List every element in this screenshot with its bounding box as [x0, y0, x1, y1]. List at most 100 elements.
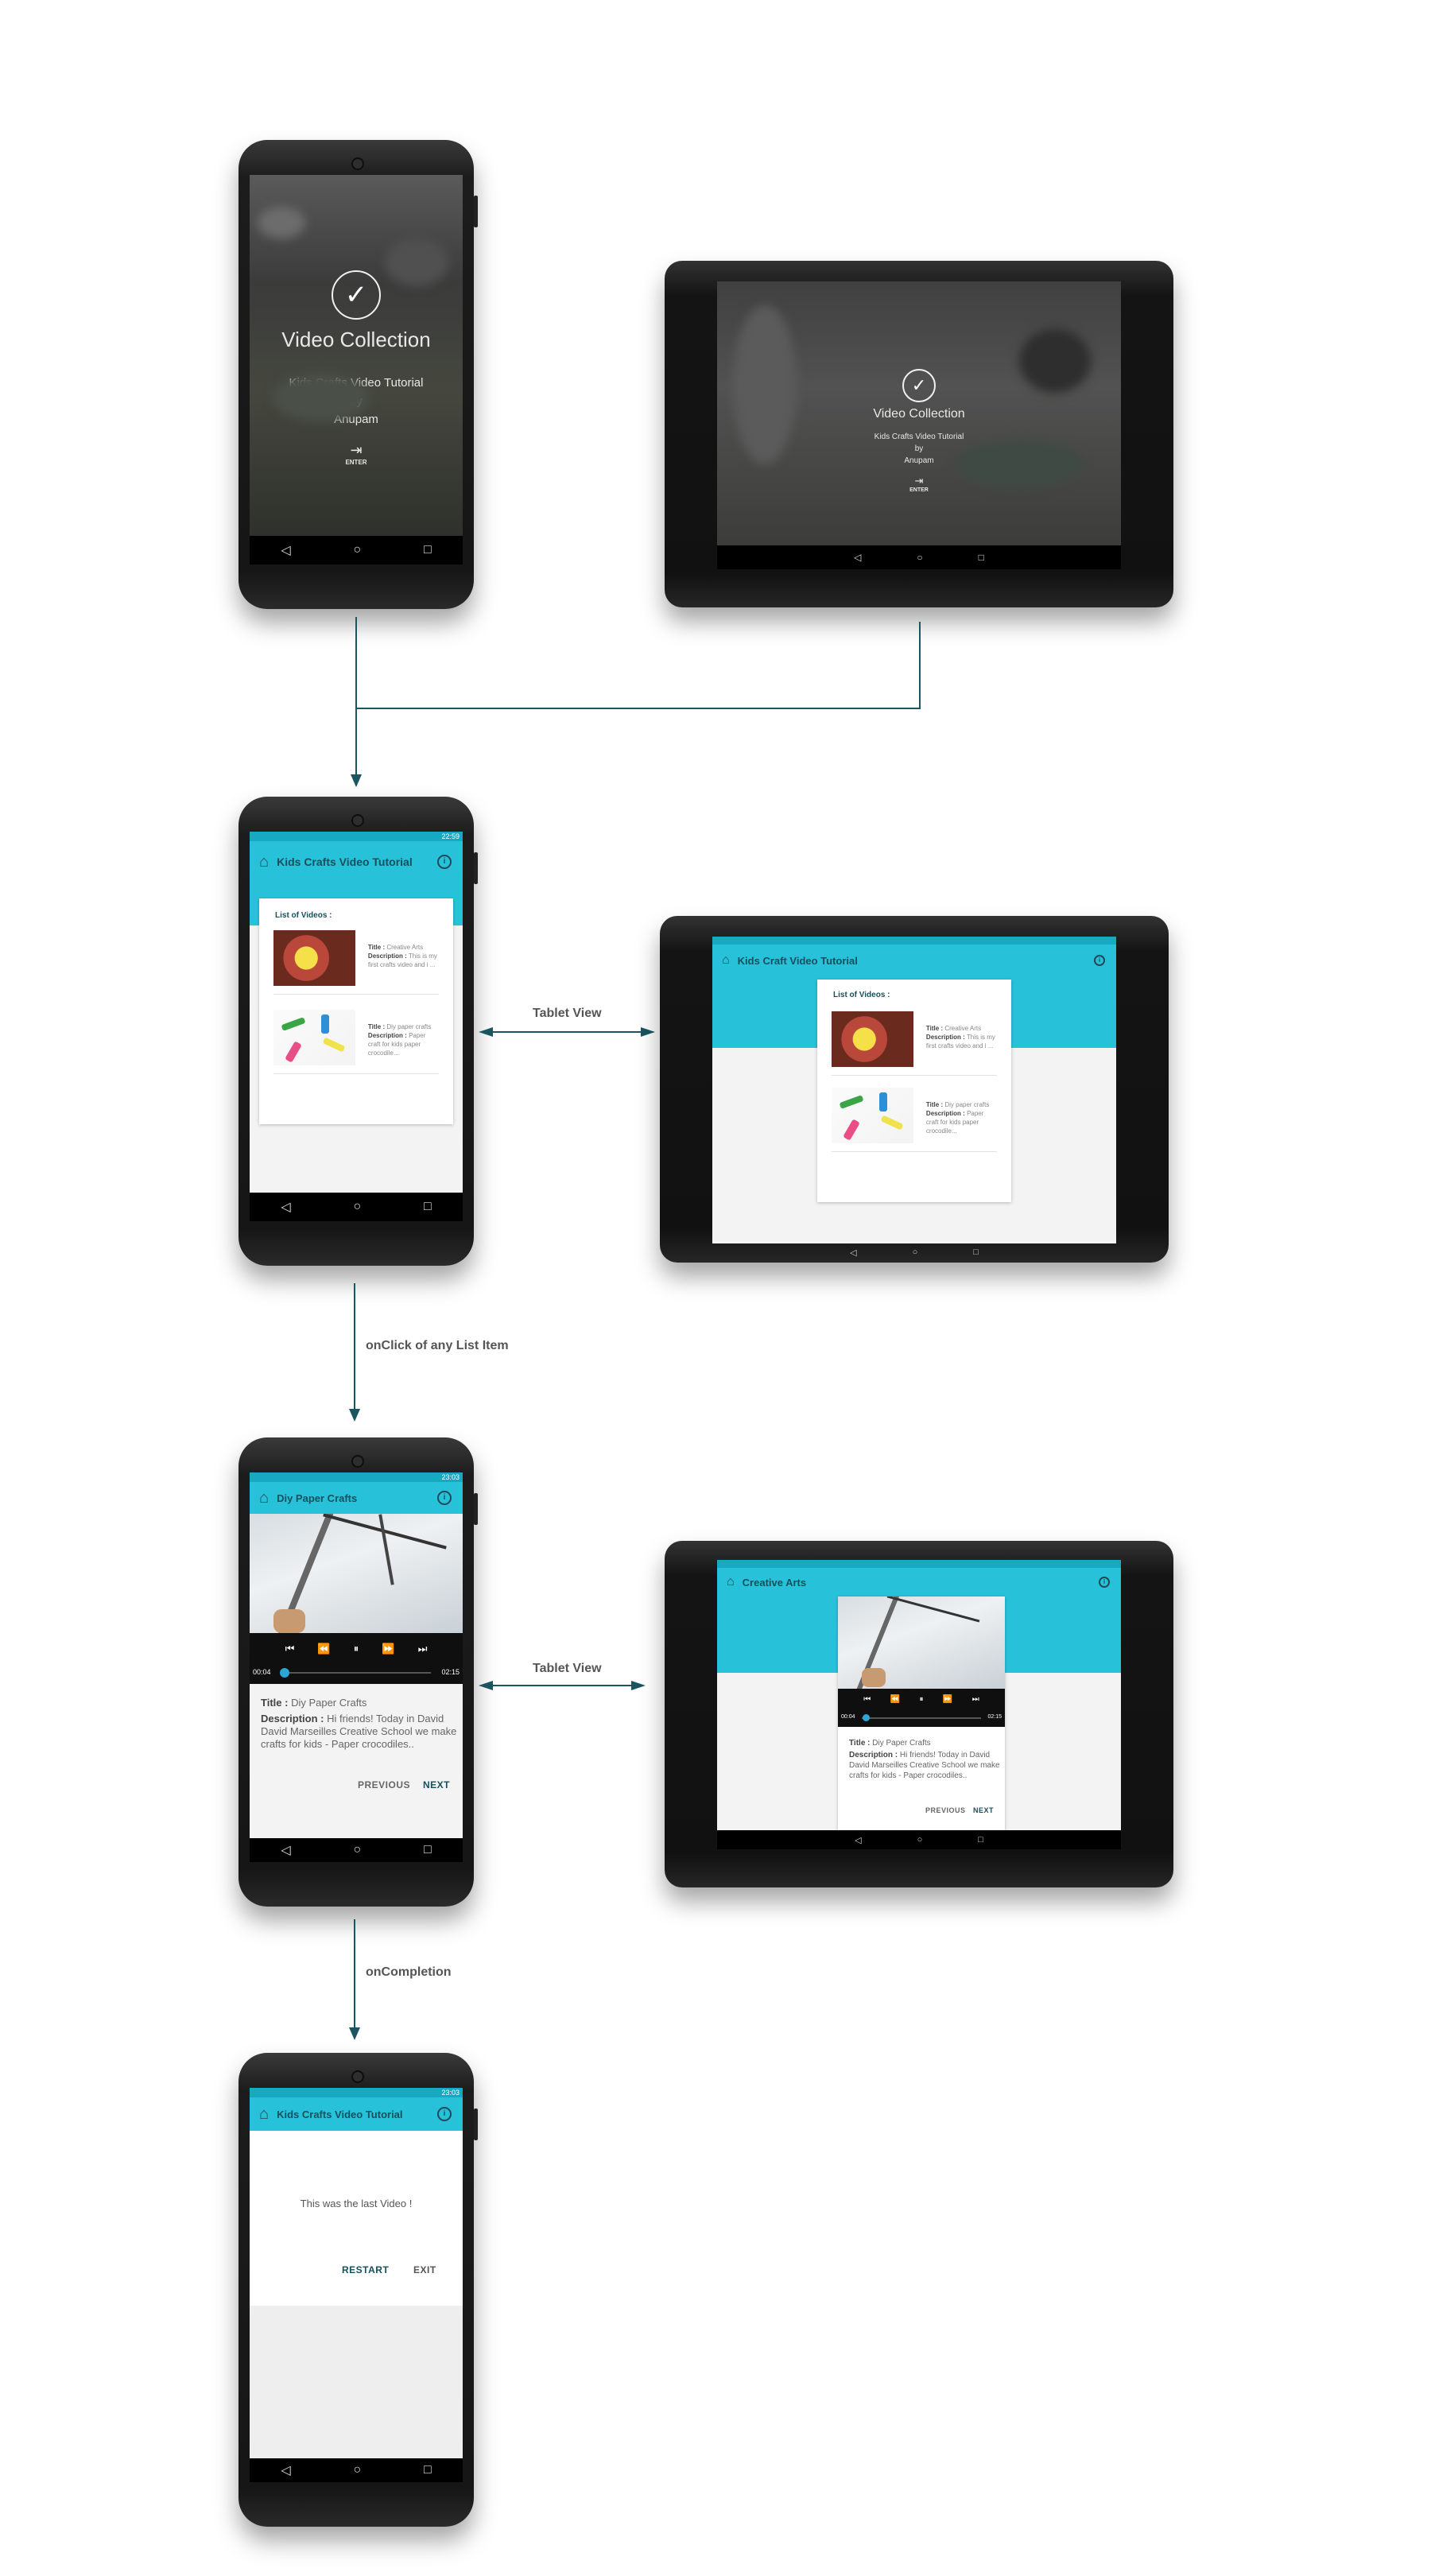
tablet-home-icon[interactable]: ⌂ — [722, 953, 730, 968]
tablet-rewind-icon[interactable]: ⏪ — [890, 1695, 900, 1704]
tablet-fast-forward-icon[interactable]: ⏩ — [943, 1695, 952, 1704]
splash-title: Video Collection — [281, 328, 431, 351]
previous-button[interactable]: PREVIOUS — [358, 1779, 410, 1790]
back-nav-icon[interactable]: ◁ — [281, 2462, 290, 2478]
media-controls: ⏮ ⏪ ⏸ ⏩ ⏭ 00:04 02:15 — [250, 1633, 463, 1684]
flow-line-onclick — [354, 1283, 355, 1417]
tablet-info-icon[interactable]: i — [1099, 1577, 1110, 1588]
home-icon[interactable]: ⌂ — [259, 2105, 269, 2124]
title-label: Title : — [367, 1023, 386, 1030]
tablet-recents-nav-icon[interactable]: □ — [973, 1247, 979, 1257]
video-title: Diy Paper Crafts — [291, 1697, 367, 1709]
phone-side-button — [474, 196, 478, 227]
tablet-home-nav-icon[interactable]: ○ — [917, 552, 922, 563]
tablet-description-label: Description : — [925, 1034, 965, 1041]
back-nav-icon[interactable]: ◁ — [281, 1199, 290, 1215]
tablet-back-nav-icon[interactable]: ◁ — [850, 1247, 856, 1258]
list-item[interactable]: Title : Diy paper crafts Description : P… — [273, 1010, 439, 1074]
tablet-info-icon[interactable]: i — [1094, 955, 1105, 966]
title-label: Title : — [261, 1697, 289, 1709]
rewind-icon[interactable]: ⏪ — [317, 1643, 330, 1655]
splash-background: ✓ Video Collection Kids Crafts Video Tut… — [250, 175, 463, 536]
tablet-player-card: ⏮ ⏪ ⏸ ⏩ ⏭ 00:04 02:15 Title : Diy Paper … — [838, 1596, 1005, 1830]
home-nav-icon[interactable]: ○ — [353, 1843, 361, 1857]
flow-arrowhead-left — [479, 1027, 493, 1037]
flow-line-oncompletion — [354, 1919, 355, 2035]
back-nav-icon[interactable]: ◁ — [281, 1842, 290, 1858]
pause-icon[interactable]: ⏸ — [354, 1643, 359, 1655]
seek-thumb[interactable] — [279, 1668, 289, 1678]
flow-arrowhead-to-player — [349, 1409, 360, 1422]
exit-button[interactable]: EXIT — [413, 2264, 436, 2275]
recents-nav-icon[interactable]: □ — [424, 2463, 432, 2477]
flow-arrowhead-to-list — [351, 774, 362, 787]
tablet-video-thumbnail — [832, 1088, 913, 1143]
skip-next-icon[interactable]: ⏭ — [418, 1643, 428, 1655]
flow-arrowhead-left — [479, 1681, 493, 1690]
back-nav-icon[interactable]: ◁ — [281, 542, 290, 558]
tablet-player: ⌂ Creative Arts i ⏮ ⏪ ⏸ ⏩ ⏭ 00:04 02:15 … — [665, 1541, 1173, 1887]
tablet-back-nav-icon[interactable]: ◁ — [854, 552, 861, 563]
app-title: Kids Crafts Video Tutorial — [277, 855, 413, 868]
tablet-home-icon[interactable]: ⌂ — [727, 1575, 735, 1589]
tablet-title-label: Title : — [849, 1739, 871, 1748]
tablet-app-bar: ⌂ Kids Craft Video Tutorial i — [712, 945, 1116, 976]
tablet-seek-thumb[interactable] — [862, 1714, 870, 1721]
home-icon[interactable]: ⌂ — [259, 853, 269, 871]
tablet-status-bar — [717, 1560, 1121, 1568]
home-nav-icon[interactable]: ○ — [353, 2463, 361, 2477]
tablet-video-details: Title : Diy Paper Crafts Description : H… — [849, 1738, 1000, 1781]
recents-nav-icon[interactable]: □ — [424, 1843, 432, 1857]
app-bar: ⌂ Diy Paper Crafts i — [250, 1482, 463, 1514]
list-item[interactable]: Title : Creative Arts Description : This… — [273, 930, 439, 995]
home-nav-icon[interactable]: ○ — [353, 543, 361, 557]
skip-previous-icon[interactable]: ⏮ — [285, 1643, 295, 1655]
tablet-elapsed-time: 00:04 — [841, 1714, 855, 1720]
home-nav-icon[interactable]: ○ — [353, 1200, 361, 1214]
tablet-seek-track[interactable] — [862, 1714, 981, 1721]
tablet-recents-nav-icon[interactable]: □ — [979, 552, 984, 563]
tablet-splash: ✓ Video Collection Kids Crafts Video Tut… — [665, 261, 1173, 607]
tablet-media-buttons: ⏮ ⏪ ⏸ ⏩ ⏭ — [838, 1689, 1005, 1704]
tablet-skip-previous-icon[interactable]: ⏮ — [863, 1695, 871, 1704]
info-icon[interactable]: i — [437, 1491, 452, 1505]
info-icon[interactable]: i — [437, 855, 452, 869]
fast-forward-icon[interactable]: ⏩ — [382, 1643, 394, 1655]
flow-line-tablet-view-1 — [490, 1031, 642, 1033]
home-icon[interactable]: ⌂ — [259, 1489, 269, 1507]
tablet-video-list-card: List of Videos : Title : Creative Arts D… — [817, 980, 1011, 1202]
next-button[interactable]: NEXT — [423, 1779, 450, 1790]
phone-player: 23:03 ⌂ Diy Paper Crafts i ⏮ ⏪ ⏸ ⏩ ⏭ 00:… — [238, 1437, 478, 1907]
tablet-recents-nav-icon[interactable]: □ — [978, 1835, 983, 1845]
phone-side-button — [474, 2109, 478, 2140]
tablet-nav-bar: ◁ ○ □ — [717, 545, 1121, 569]
info-icon[interactable]: i — [437, 2107, 452, 2121]
item-title: Creative Arts — [386, 944, 424, 951]
tablet-list-screen: ⌂ Kids Craft Video Tutorial i List of Vi… — [712, 937, 1116, 1243]
tablet-player-screen: ⌂ Creative Arts i ⏮ ⏪ ⏸ ⏩ ⏭ 00:04 02:15 … — [717, 1560, 1121, 1849]
tablet-list-item[interactable]: Title : Creative Arts Description : This… — [832, 1011, 997, 1076]
phone-side-button — [474, 852, 478, 884]
tablet-home-nav-icon[interactable]: ○ — [917, 1835, 923, 1845]
app-title: Kids Crafts Video Tutorial — [277, 2108, 403, 2120]
tablet-app-title: Creative Arts — [742, 1576, 807, 1589]
status-bar: 22:59 — [250, 832, 463, 841]
tablet-skip-next-icon[interactable]: ⏭ — [972, 1695, 979, 1704]
seek-track[interactable] — [279, 1668, 431, 1678]
tablet-list-item-text: Title : Creative Arts Description : This… — [926, 1024, 997, 1075]
recents-nav-icon[interactable]: □ — [424, 543, 432, 557]
tablet-back-nav-icon[interactable]: ◁ — [855, 1835, 861, 1845]
tablet-next-button[interactable]: NEXT — [973, 1806, 994, 1814]
recents-nav-icon[interactable]: □ — [424, 1200, 432, 1214]
tablet-list-item[interactable]: Title : Diy paper crafts Description : P… — [832, 1088, 997, 1152]
enter-button[interactable]: ⇥ ENTER — [250, 442, 463, 466]
tablet-title-label: Title : — [925, 1101, 944, 1108]
tablet-home-nav-icon[interactable]: ○ — [913, 1247, 918, 1257]
tablet-pause-icon[interactable]: ⏸ — [919, 1695, 923, 1704]
title-label: Title : — [367, 944, 386, 951]
status-time: 23:03 — [441, 1473, 460, 1481]
tablet-status-bar — [712, 937, 1116, 945]
tablet-previous-button[interactable]: PREVIOUS — [925, 1806, 966, 1814]
app-title: Diy Paper Crafts — [277, 1492, 358, 1504]
restart-button[interactable]: RESTART — [342, 2264, 389, 2275]
